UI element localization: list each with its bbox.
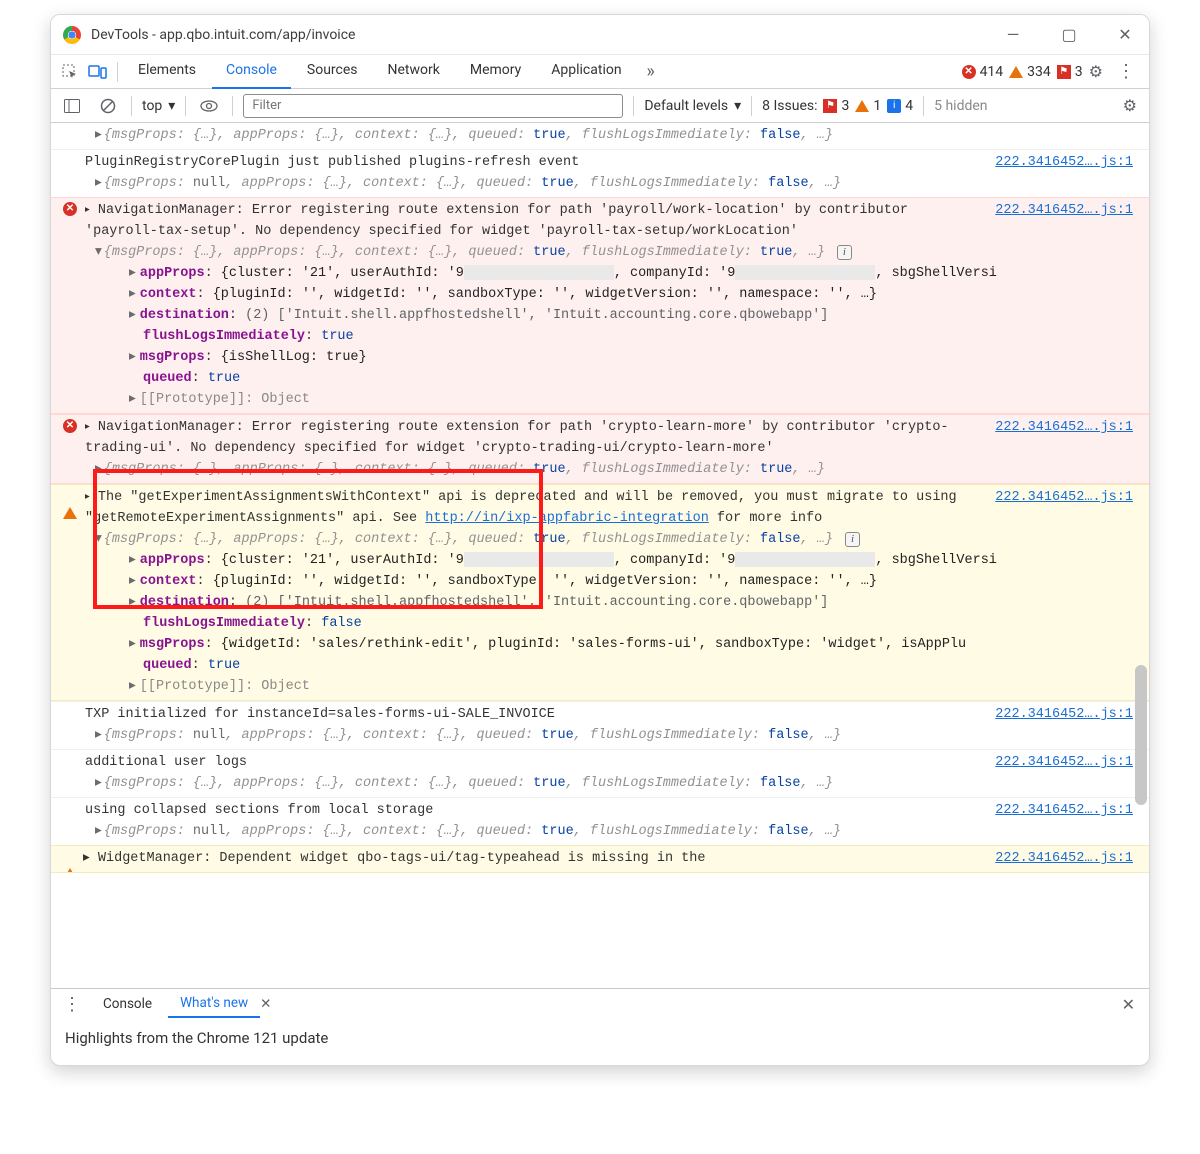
window-maximize-button[interactable]: ▢ bbox=[1055, 25, 1083, 44]
tab-memory[interactable]: Memory bbox=[456, 54, 535, 89]
source-link[interactable]: 222.3416452….js:1 bbox=[995, 800, 1133, 821]
source-link[interactable]: 222.3416452….js:1 bbox=[995, 200, 1133, 221]
console-messages: ▸{msgProps: {…}, appProps: {…}, context:… bbox=[51, 123, 1149, 988]
info-icon[interactable]: i bbox=[845, 532, 860, 547]
device-toggle-icon[interactable] bbox=[85, 59, 111, 85]
window-close-button[interactable]: ✕ bbox=[1111, 25, 1139, 44]
log-levels-selector[interactable]: Default levels ▾ bbox=[644, 98, 741, 114]
more-tabs-icon[interactable]: » bbox=[638, 59, 664, 85]
console-toolbar: top ▾ Filter Default levels ▾ 8 Issues: … bbox=[51, 89, 1149, 123]
log-row-warning[interactable]: 222.3416452….js:1 ▸ The "getExperimentAs… bbox=[51, 484, 1149, 701]
levels-label: Default levels bbox=[644, 98, 728, 114]
log-message: WidgetManager: Dependent widget qbo-tags… bbox=[98, 851, 706, 866]
kebab-menu-icon[interactable]: ⋮ bbox=[1109, 61, 1143, 82]
warning-icon bbox=[63, 853, 77, 873]
close-icon[interactable]: ✕ bbox=[260, 996, 271, 1012]
warning-count: 334 bbox=[1027, 64, 1051, 80]
error-icon: ✕ bbox=[63, 419, 77, 433]
clear-console-icon[interactable] bbox=[95, 93, 121, 119]
console-settings-icon[interactable]: ⚙ bbox=[1119, 96, 1141, 115]
log-message: using collapsed sections from local stor… bbox=[85, 803, 433, 818]
issue-info-icon: i bbox=[887, 99, 901, 113]
tab-console[interactable]: Console bbox=[212, 54, 291, 89]
log-row[interactable]: 222.3416452….js:1 PluginRegistryCorePlug… bbox=[51, 149, 1149, 197]
log-message: NavigationManager: Error registering rou… bbox=[85, 203, 908, 239]
source-link[interactable]: 222.3416452….js:1 bbox=[995, 417, 1133, 438]
issue-error-icon: ⚑ bbox=[823, 99, 837, 113]
log-row-warning[interactable]: 222.3416452….js:1 ▸ WidgetManager: Depen… bbox=[51, 845, 1149, 873]
live-expression-icon[interactable] bbox=[196, 93, 222, 119]
message-counts[interactable]: ✕ 414 334 ⚑ 3 bbox=[962, 64, 1083, 80]
tab-sources[interactable]: Sources bbox=[293, 54, 372, 89]
log-row[interactable]: 222.3416452….js:1 additional user logs ▸… bbox=[51, 749, 1149, 797]
error-count: 414 bbox=[980, 64, 1004, 80]
drawer-menu-icon[interactable]: ⋮ bbox=[57, 994, 87, 1015]
log-row[interactable]: 222.3416452….js:1 using collapsed sectio… bbox=[51, 797, 1149, 845]
scrollbar[interactable] bbox=[1135, 125, 1147, 965]
error-icon: ✕ bbox=[962, 65, 976, 79]
log-row-error[interactable]: ✕ 222.3416452….js:1 ▸ NavigationManager:… bbox=[51, 414, 1149, 484]
info-icon[interactable]: i bbox=[837, 245, 852, 260]
drawer-close-icon[interactable]: ✕ bbox=[1114, 995, 1143, 1014]
log-row[interactable]: 222.3416452….js:1 TXP initialized for in… bbox=[51, 701, 1149, 749]
window-titlebar: DevTools - app.qbo.intuit.com/app/invoic… bbox=[51, 15, 1149, 55]
error-icon: ✕ bbox=[63, 202, 77, 216]
log-row[interactable]: ▸{msgProps: {…}, appProps: {…}, context:… bbox=[51, 123, 1149, 149]
issues-summary[interactable]: 8 Issues: ⚑3 1 i4 bbox=[762, 98, 913, 114]
drawer: ⋮ Console What's new ✕ ✕ Highlights from… bbox=[51, 988, 1149, 1065]
log-message: TXP initialized for instanceId=sales-for… bbox=[85, 707, 555, 722]
window-title: DevTools - app.qbo.intuit.com/app/invoic… bbox=[91, 27, 355, 43]
flag-icon: ⚑ bbox=[1057, 65, 1071, 79]
chevron-down-icon: ▾ bbox=[734, 98, 741, 114]
warning-icon bbox=[1009, 66, 1023, 78]
doc-link[interactable]: http://in/ixp-appfabric-integration bbox=[425, 511, 709, 526]
drawer-tab-whatsnew[interactable]: What's new bbox=[168, 991, 260, 1018]
source-link[interactable]: 222.3416452….js:1 bbox=[995, 152, 1133, 173]
issues-label: 8 Issues: bbox=[762, 98, 817, 114]
warning-icon bbox=[63, 492, 77, 519]
gear-icon[interactable]: ⚙ bbox=[1085, 62, 1107, 81]
chevron-down-icon: ▾ bbox=[168, 98, 175, 114]
tab-elements[interactable]: Elements bbox=[124, 54, 210, 89]
hidden-count[interactable]: 5 hidden bbox=[934, 98, 987, 114]
filter-input[interactable]: Filter bbox=[243, 94, 623, 118]
panel-tabs: Elements Console Sources Network Memory … bbox=[51, 55, 1149, 89]
tab-application[interactable]: Application bbox=[537, 54, 635, 89]
filter-placeholder: Filter bbox=[252, 98, 281, 113]
log-row-error[interactable]: ✕ 222.3416452….js:1 ▸ NavigationManager:… bbox=[51, 197, 1149, 414]
flag-count: 3 bbox=[1075, 64, 1083, 80]
context-value: top bbox=[142, 98, 162, 114]
tab-network[interactable]: Network bbox=[374, 54, 454, 89]
sidebar-toggle-icon[interactable] bbox=[59, 93, 85, 119]
source-link[interactable]: 222.3416452….js:1 bbox=[995, 487, 1133, 508]
log-message: NavigationManager: Error registering rou… bbox=[85, 420, 949, 456]
log-message: PluginRegistryCorePlugin just published … bbox=[85, 155, 579, 170]
context-selector[interactable]: top ▾ bbox=[142, 98, 175, 114]
devtools-window: DevTools - app.qbo.intuit.com/app/invoic… bbox=[50, 14, 1150, 1066]
source-link[interactable]: 222.3416452….js:1 bbox=[995, 848, 1133, 869]
chrome-icon bbox=[63, 26, 81, 44]
window-minimize-button[interactable]: — bbox=[999, 25, 1027, 44]
log-message: additional user logs bbox=[85, 755, 247, 770]
source-link[interactable]: 222.3416452….js:1 bbox=[995, 752, 1133, 773]
inspect-icon[interactable] bbox=[57, 59, 83, 85]
source-link[interactable]: 222.3416452….js:1 bbox=[995, 704, 1133, 725]
issue-warn-icon bbox=[855, 100, 869, 112]
whatsnew-headline: Highlights from the Chrome 121 update bbox=[65, 1029, 328, 1047]
drawer-tab-console[interactable]: Console bbox=[91, 992, 164, 1017]
